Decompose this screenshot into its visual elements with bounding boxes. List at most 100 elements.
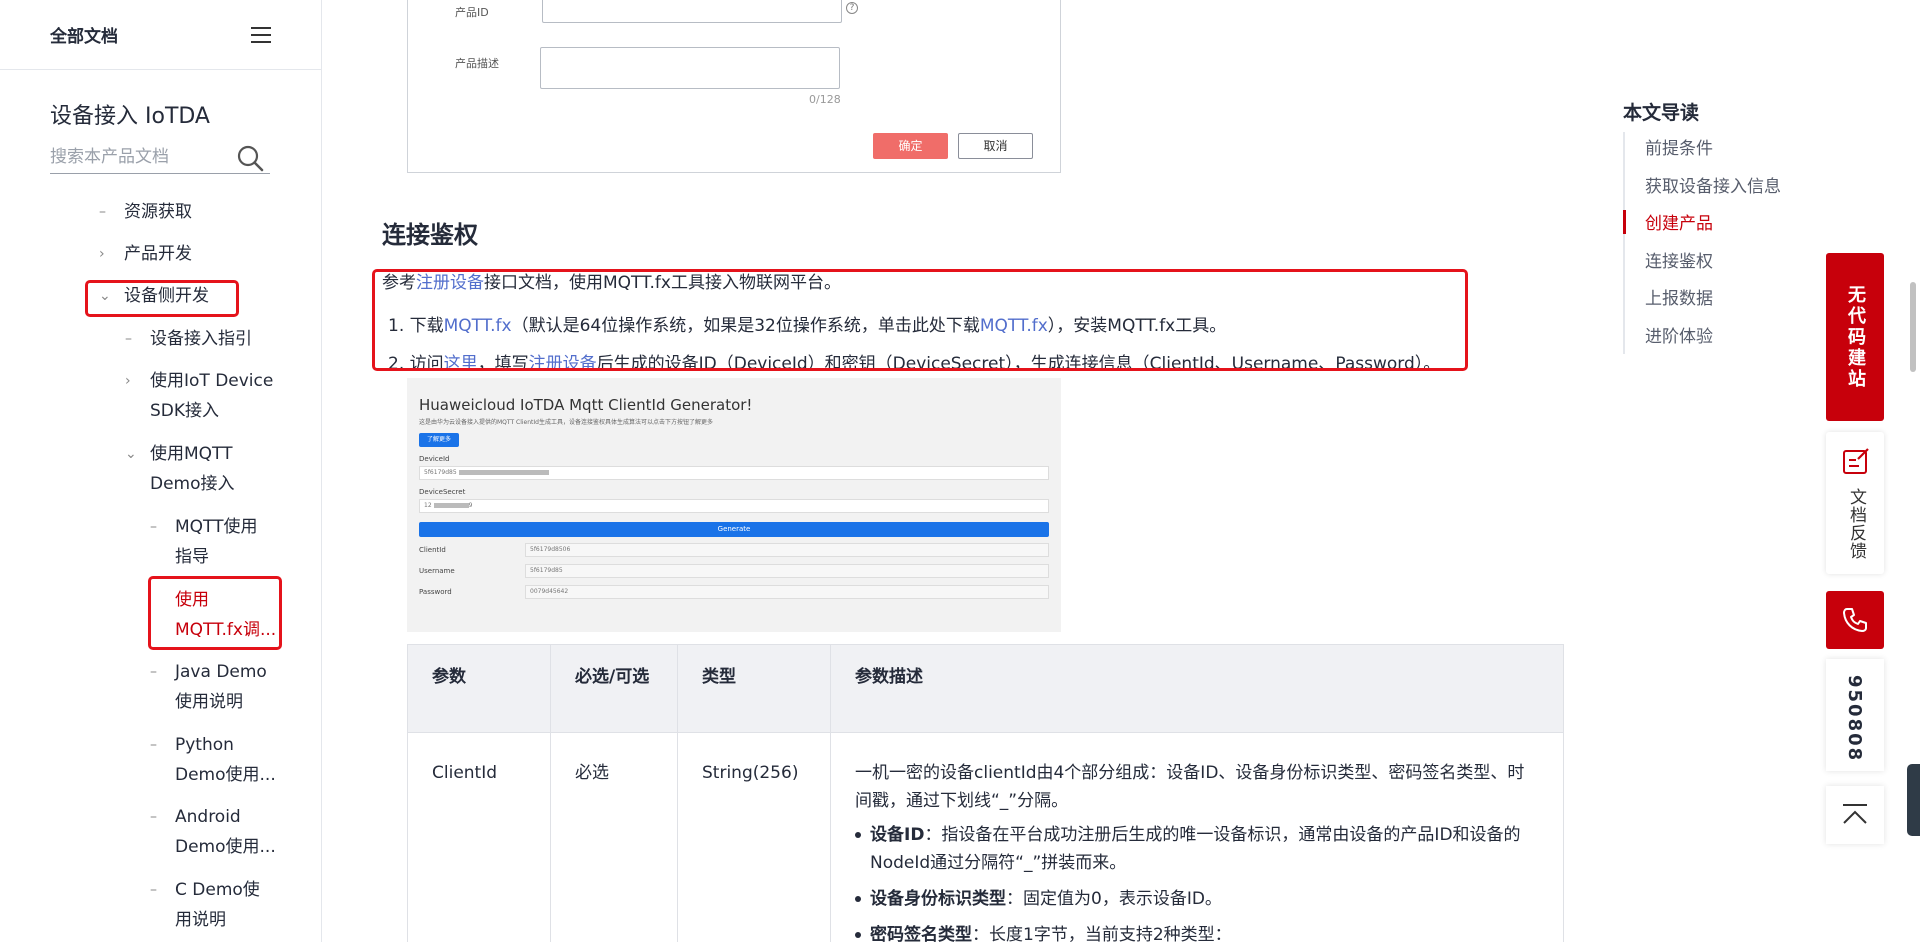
list-item: 设备身份标识类型：固定值为0，表示设备ID。: [855, 885, 1539, 913]
sidebar-item-access-guide[interactable]: – 设备接入指引: [125, 324, 252, 354]
edge-widget[interactable]: [1907, 764, 1920, 836]
help-icon: ?: [846, 2, 858, 14]
clientid-generator-image: Huaweicloud IoTDA Mqtt ClientId Generato…: [407, 378, 1061, 632]
product-desc-field: [540, 47, 840, 89]
toc-item-create-product[interactable]: 创建产品: [1645, 209, 1713, 234]
chevron-right-icon: ›: [99, 246, 105, 262]
sidebar-item-mqttfx[interactable]: 使用 MQTT.fx调...: [175, 585, 276, 645]
mqttfx-download-link[interactable]: MQTT.fx: [444, 316, 512, 336]
dash-icon: –: [150, 809, 157, 825]
toc-item-advanced[interactable]: 进阶体验: [1645, 322, 1713, 347]
toc-item-access-info[interactable]: 获取设备接入信息: [1645, 172, 1781, 197]
device-secret-field: 12 9: [419, 499, 1049, 513]
sidebar-header: 全部文档: [0, 0, 321, 70]
dash-icon: –: [150, 664, 157, 680]
list-item: 设备ID：指设备在平台成功注册后生成的唯一设备标识，通常由设备的产品ID和设备的…: [855, 821, 1539, 877]
toc-active-indicator: [1623, 210, 1626, 234]
device-id-field: 5f6179d85: [419, 466, 1049, 480]
register-device-link-2[interactable]: 注册设备: [529, 354, 597, 374]
cell-desc: 一机一密的设备clientId由4个部分组成：设备ID、设备身份标识类型、密码签…: [830, 732, 1564, 942]
hotline-number: 950808: [1844, 675, 1865, 763]
dash-icon: –: [150, 882, 157, 898]
toc-rail: [1623, 132, 1625, 354]
clientid-output: 5f6179d8506: [525, 543, 1049, 557]
username-output: 5f6179d85: [525, 564, 1049, 578]
generator-link[interactable]: 这里: [444, 354, 478, 374]
all-docs-title[interactable]: 全部文档: [50, 22, 118, 47]
sidebar-item-product-dev[interactable]: › 产品开发: [99, 239, 192, 269]
sidebar-item-java-demo[interactable]: – Java Demo 使用说明: [150, 657, 267, 717]
search-icon[interactable]: [236, 144, 264, 172]
toc-item-report-data[interactable]: 上报数据: [1645, 284, 1713, 309]
create-product-form-image: 产品ID ? 产品描述 0/128 确定 取消: [407, 0, 1061, 173]
sidebar-item-device-dev[interactable]: ⌄ 设备侧开发: [99, 281, 209, 311]
char-counter: 0/128: [809, 93, 841, 106]
header-type: 类型: [677, 644, 831, 733]
table-row: ClientId 必选 String(256) 一机一密的设备clientId由…: [407, 732, 1564, 942]
step-1: 1. 下载MQTT.fx（默认是64位操作系统，如果是32位操作系统，单击此处下…: [388, 316, 1227, 336]
dash-icon: –: [150, 519, 157, 535]
product-desc-label: 产品描述: [455, 57, 499, 70]
toc-title: 本文导读: [1623, 102, 1700, 124]
hotline-box: 950808: [1826, 659, 1884, 771]
generator-title: Huaweicloud IoTDA Mqtt ClientId Generato…: [419, 396, 753, 414]
sidebar-item-resources[interactable]: – 资源获取: [99, 197, 192, 227]
sidebar-item-mqtt-guide[interactable]: – MQTT使用 指导: [150, 512, 258, 572]
cell-param: ClientId: [407, 732, 551, 942]
password-label: Password: [419, 588, 452, 596]
scrollbar-thumb[interactable]: [1910, 282, 1916, 372]
sidebar-item-python-demo[interactable]: – Python Demo使用...: [150, 730, 276, 790]
generate-button: Generate: [419, 522, 1049, 537]
product-id-label: 产品ID: [455, 6, 489, 19]
device-secret-label: DeviceSecret: [419, 488, 466, 496]
learn-more-button: 了解更多: [419, 433, 459, 447]
sidebar-item-android-demo[interactable]: – Android Demo使用...: [150, 802, 276, 862]
edit-icon: [1843, 448, 1869, 474]
product-id-field: [542, 0, 842, 23]
dash-icon: –: [150, 737, 157, 753]
list-item: 密码签名类型：长度1字节，当前支持2种类型：: [855, 921, 1539, 942]
param-table: 参数 必选/可选 类型 参数描述 ClientId 必选 String(256)…: [407, 644, 1564, 942]
register-device-link[interactable]: 注册设备: [416, 273, 484, 293]
search-input[interactable]: [50, 146, 230, 167]
cancel-button: 取消: [958, 133, 1033, 159]
back-to-top-button[interactable]: [1826, 786, 1884, 844]
sidebar-item-c-demo[interactable]: – C Demo使 用说明: [150, 875, 260, 935]
header-desc: 参数描述: [830, 644, 1564, 733]
password-output: 0079d45642: [525, 585, 1049, 599]
phone-button[interactable]: [1826, 591, 1884, 649]
desc-text: 一机一密的设备clientId由4个部分组成：设备ID、设备身份标识类型、密码签…: [855, 763, 1525, 811]
cell-type: String(256): [677, 732, 831, 942]
intro-paragraph: 参考注册设备接口文档，使用MQTT.fx工具接入物联网平台。: [382, 273, 841, 293]
doc-feedback-button[interactable]: 文档反馈: [1826, 432, 1884, 574]
clientid-label: ClientId: [419, 546, 446, 554]
dash-icon: –: [125, 331, 132, 347]
chevron-right-icon: ›: [125, 373, 131, 389]
dash-icon: –: [99, 204, 106, 220]
sidebar-item-mqtt-demo[interactable]: ⌄ 使用MQTT Demo接入: [125, 439, 235, 499]
chevron-down-icon: ⌄: [99, 288, 111, 304]
menu-icon[interactable]: [251, 26, 271, 43]
feedback-label: 文档反馈: [1846, 488, 1866, 560]
device-id-label: DeviceId: [419, 455, 450, 463]
no-code-banner[interactable]: 无代码建站: [1826, 253, 1884, 421]
step-2: 2. 访问这里，填写注册设备后生成的设备ID（DeviceId）和密钥（Devi…: [388, 354, 1441, 374]
toc-item-prerequisites[interactable]: 前提条件: [1645, 134, 1713, 159]
header-param: 参数: [407, 644, 551, 733]
sidebar-item-iot-sdk[interactable]: › 使用IoT Device SDK接入: [125, 366, 273, 426]
header-required: 必选/可选: [550, 644, 678, 733]
chevron-down-icon: ⌄: [125, 446, 137, 462]
phone-icon: [1843, 608, 1867, 632]
generator-subtitle: 这是由华为云设备接入提供的MQTT ClientId生成工具，设备连接鉴权具体生…: [419, 419, 713, 426]
product-title[interactable]: 设备接入 IoTDA: [50, 98, 210, 130]
toc-item-auth[interactable]: 连接鉴权: [1645, 247, 1713, 272]
mqttfx-32bit-link[interactable]: MQTT.fx: [980, 316, 1048, 336]
back-to-top-icon: [1843, 804, 1867, 824]
username-label: Username: [419, 567, 455, 575]
section-title: 连接鉴权: [382, 221, 478, 249]
sidebar: 全部文档 设备接入 IoTDA – 资源获取 › 产品开发 ⌄ 设备侧开发 – …: [0, 0, 322, 942]
cell-required: 必选: [550, 732, 678, 942]
search-box: [50, 140, 270, 174]
desc-list: 设备ID：指设备在平台成功注册后生成的唯一设备标识，通常由设备的产品ID和设备的…: [855, 821, 1539, 942]
table-header-row: 参数 必选/可选 类型 参数描述: [407, 644, 1564, 733]
